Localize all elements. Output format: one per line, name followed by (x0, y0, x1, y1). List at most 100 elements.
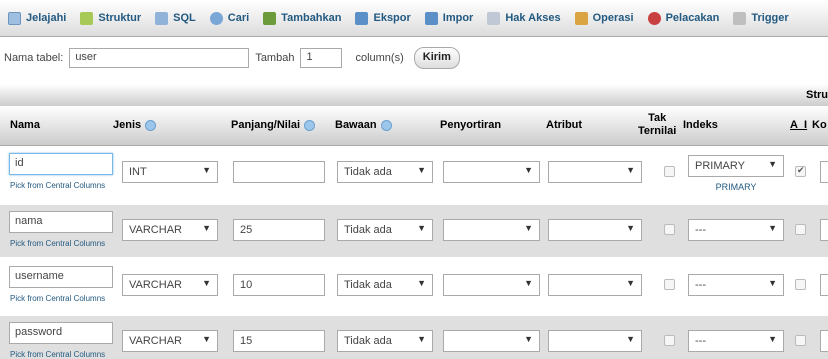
header-panjang: Panjang/Nilai (231, 119, 316, 131)
tab-ekspor[interactable]: Ekspor (355, 11, 411, 25)
type-select[interactable]: INT ▼ (122, 161, 218, 183)
type-select[interactable]: VARCHAR ▼ (122, 219, 218, 241)
index-select[interactable]: --- ▼ (688, 274, 784, 296)
tab-label: Trigger (751, 12, 789, 24)
tab-label: SQL (173, 12, 196, 24)
sql-icon (155, 11, 169, 25)
pick-central-columns-link[interactable]: Pick from Central Columns (10, 294, 105, 303)
tab-impor[interactable]: Impor (424, 11, 473, 25)
privileges-icon (487, 11, 501, 25)
index-select[interactable]: PRIMARY ▼ (688, 155, 784, 177)
header-label: Bawaan (335, 119, 377, 131)
tab-label: Pelacakan (665, 12, 720, 24)
table-name-label: Nama tabel: (4, 52, 64, 64)
help-icon[interactable] (304, 119, 316, 131)
length-input[interactable]: 15 (233, 330, 325, 352)
auto-increment-checkbox[interactable] (795, 165, 806, 177)
tab-label: Jelajahi (26, 12, 67, 24)
select-value: INT (129, 166, 147, 178)
length-input[interactable]: 25 (233, 219, 325, 241)
default-select[interactable]: Tidak ada ▼ (337, 274, 433, 296)
collation-select[interactable]: ▼ (443, 330, 540, 352)
table-row: password Pick from Central Columns VARCH… (0, 316, 828, 359)
tab-label: Tambahkan (281, 12, 342, 24)
table-row: nama Pick from Central Columns VARCHAR ▼ … (0, 205, 828, 257)
null-checkbox[interactable] (664, 335, 675, 346)
column-name-input[interactable]: password (9, 322, 113, 344)
column-name-input[interactable]: username (9, 266, 113, 288)
tab-struktur[interactable]: Struktur (80, 11, 142, 25)
tab-cari[interactable]: Cari (209, 11, 250, 25)
columns-label: column(s) (355, 52, 404, 64)
structure-icon (80, 11, 94, 25)
tab-trigger[interactable]: Trigger (733, 11, 789, 25)
auto-increment-checkbox[interactable] (795, 335, 806, 346)
pick-central-columns-link[interactable]: Pick from Central Columns (10, 350, 105, 359)
length-input[interactable]: 10 (233, 274, 325, 296)
pick-central-columns-link[interactable]: Pick from Central Columns (10, 181, 105, 190)
collation-select[interactable]: ▼ (443, 219, 540, 241)
tab-tambahkan[interactable]: Tambahkan (263, 11, 342, 25)
tab-sql[interactable]: SQL (155, 11, 196, 25)
chevron-down-icon: ▼ (768, 278, 777, 288)
chevron-down-icon: ▼ (202, 278, 211, 288)
collation-select[interactable]: ▼ (443, 161, 540, 183)
pick-central-columns-link[interactable]: Pick from Central Columns (10, 239, 105, 248)
comment-input[interactable] (820, 330, 828, 352)
auto-increment-checkbox[interactable] (795, 224, 806, 235)
chevron-down-icon: ▼ (524, 223, 533, 233)
collation-select[interactable]: ▼ (443, 274, 540, 296)
select-value: Tidak ada (344, 166, 392, 178)
auto-increment-checkbox[interactable] (795, 279, 806, 290)
tab-hak-akses[interactable]: Hak Akses (487, 11, 561, 25)
comment-input[interactable] (820, 161, 828, 183)
null-checkbox[interactable] (664, 279, 675, 290)
tab-pelacakan[interactable]: Pelacakan (647, 11, 720, 25)
header-penyortiran: Penyortiran (440, 119, 502, 131)
default-select[interactable]: Tidak ada ▼ (337, 330, 433, 352)
kirim-button[interactable]: Kirim (413, 47, 460, 69)
tab-label: Struktur (98, 12, 142, 24)
header-atribut: Atribut (546, 119, 583, 131)
index-select[interactable]: --- ▼ (688, 219, 784, 241)
attribute-select[interactable]: ▼ (548, 219, 642, 241)
add-columns-count-input[interactable]: 1 (300, 48, 343, 68)
select-value: PRIMARY (695, 160, 745, 172)
attribute-select[interactable]: ▼ (548, 161, 642, 183)
length-input[interactable] (233, 161, 325, 183)
table-name-input[interactable]: user (69, 48, 250, 68)
select-value: --- (695, 335, 706, 347)
help-icon[interactable] (145, 119, 157, 131)
index-name-link[interactable]: PRIMARY (691, 182, 781, 192)
chevron-down-icon: ▼ (417, 223, 426, 233)
default-select[interactable]: Tidak ada ▼ (337, 219, 433, 241)
null-checkbox[interactable] (664, 224, 675, 235)
tab-label: Operasi (592, 12, 634, 24)
default-select[interactable]: Tidak ada ▼ (337, 161, 433, 183)
null-checkbox[interactable] (664, 166, 675, 177)
type-select[interactable]: VARCHAR ▼ (122, 330, 218, 352)
chevron-down-icon: ▼ (626, 223, 635, 233)
chevron-down-icon: ▼ (202, 165, 211, 175)
header-label: Panjang/Nilai (231, 119, 301, 131)
comment-input[interactable] (820, 274, 828, 296)
attribute-select[interactable]: ▼ (548, 274, 642, 296)
tab-jelajahi[interactable]: Jelajahi (8, 11, 67, 25)
chevron-down-icon: ▼ (524, 278, 533, 288)
type-select[interactable]: VARCHAR ▼ (122, 274, 218, 296)
import-icon (424, 11, 438, 25)
index-select[interactable]: --- ▼ (688, 330, 784, 352)
attribute-select[interactable]: ▼ (548, 330, 642, 352)
chevron-down-icon: ▼ (417, 334, 426, 344)
comment-input[interactable] (820, 219, 828, 241)
select-value: Tidak ada (344, 224, 392, 236)
tab-label: Cari (227, 12, 250, 24)
chevron-down-icon: ▼ (417, 278, 426, 288)
help-icon[interactable] (380, 119, 392, 131)
select-value: Tidak ada (344, 335, 392, 347)
column-name-input[interactable]: nama (9, 211, 113, 233)
column-name-input[interactable]: id (9, 153, 113, 175)
select-value: --- (695, 279, 706, 291)
tab-operasi[interactable]: Operasi (574, 11, 634, 25)
header-komentar: Ko (812, 119, 827, 131)
